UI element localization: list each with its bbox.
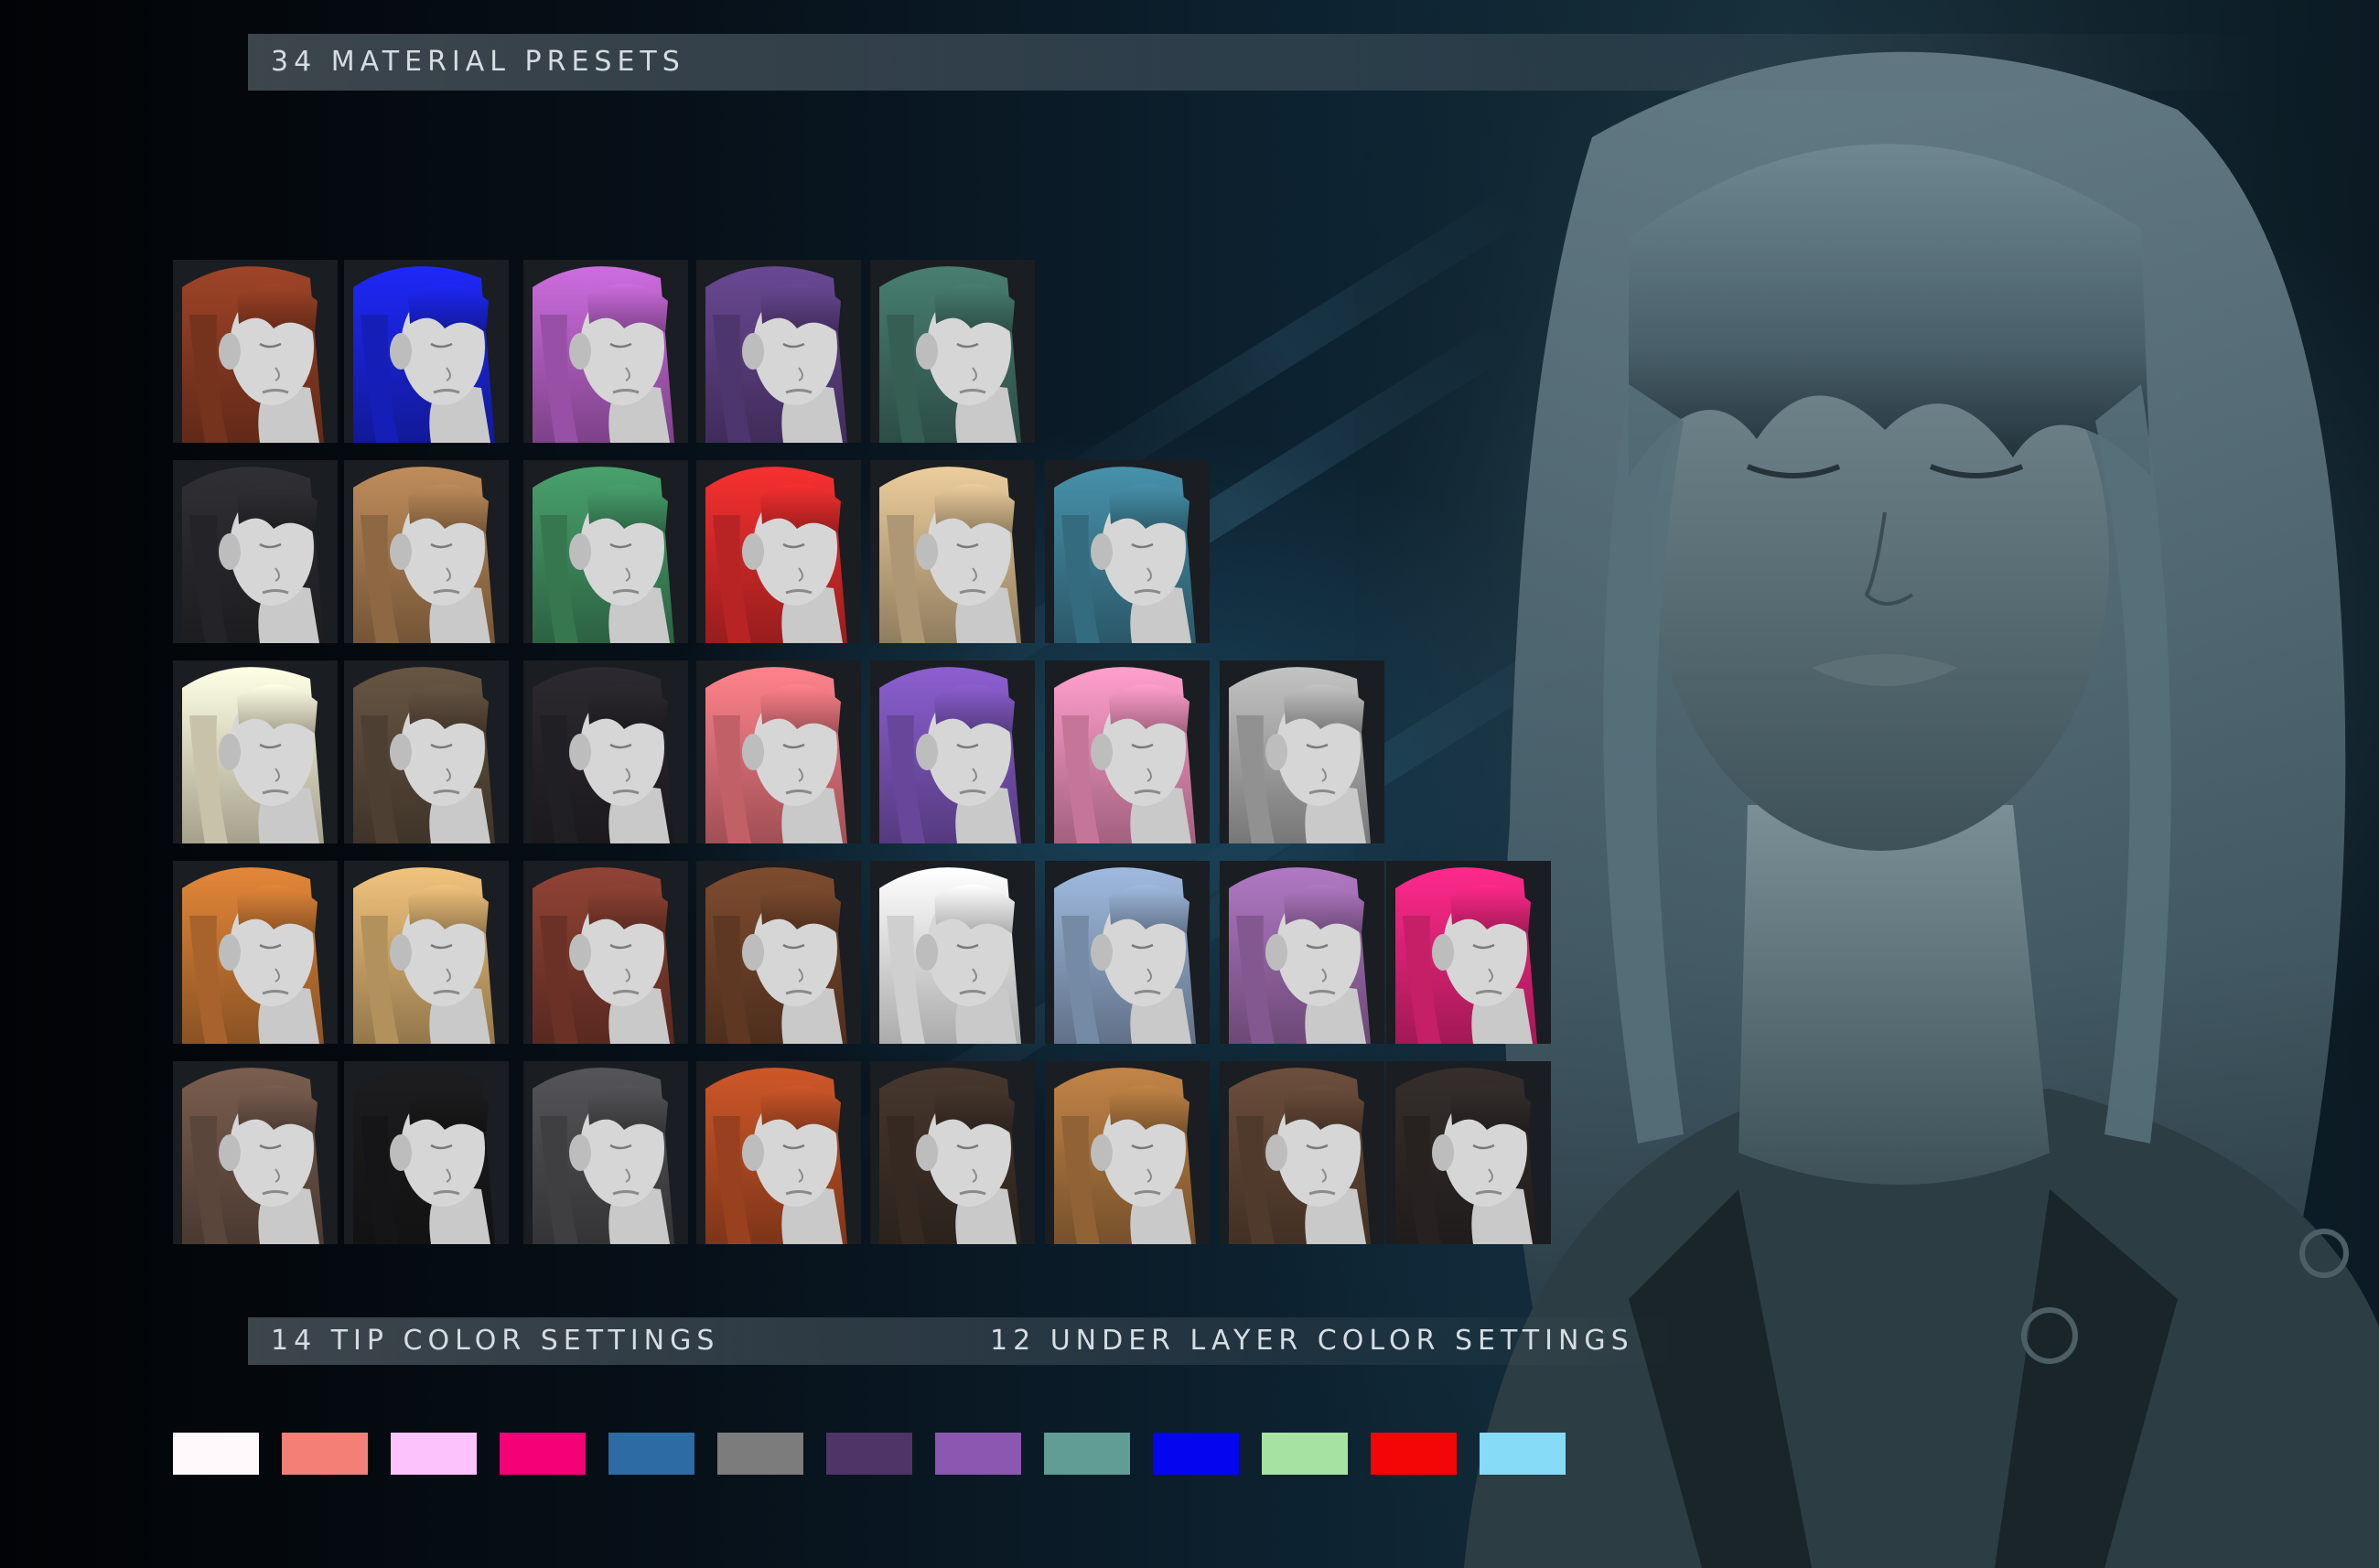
hair-head-icon bbox=[696, 260, 861, 443]
preset-thumbnail[interactable] bbox=[870, 660, 1035, 843]
hair-head-icon bbox=[523, 1061, 688, 1244]
preset-thumbnail[interactable] bbox=[523, 1061, 688, 1244]
hair-head-icon bbox=[1220, 1061, 1384, 1244]
hair-head-icon bbox=[1386, 861, 1551, 1044]
preset-thumbnail[interactable] bbox=[696, 861, 861, 1044]
preset-thumbnail[interactable] bbox=[696, 460, 861, 643]
hair-head-icon bbox=[344, 1061, 509, 1244]
hair-head-icon bbox=[1045, 660, 1210, 843]
hair-head-icon bbox=[696, 460, 861, 643]
preset-thumbnail[interactable] bbox=[1220, 861, 1384, 1044]
hair-head-icon bbox=[1045, 1061, 1210, 1244]
color-swatch[interactable] bbox=[391, 1433, 477, 1475]
tip-color-header-title: 14 TIP COLOR SETTINGS bbox=[271, 1325, 720, 1357]
color-swatch[interactable] bbox=[1371, 1433, 1457, 1475]
preset-thumbnail[interactable] bbox=[870, 861, 1035, 1044]
hair-head-icon bbox=[523, 861, 688, 1044]
hair-head-icon bbox=[696, 660, 861, 843]
hair-head-icon bbox=[344, 460, 509, 643]
hair-head-icon bbox=[173, 660, 338, 843]
preset-thumbnail[interactable] bbox=[1045, 460, 1210, 643]
color-swatch[interactable] bbox=[608, 1433, 694, 1475]
preset-thumbnail[interactable] bbox=[173, 861, 338, 1044]
hair-head-icon bbox=[173, 260, 338, 443]
hair-head-icon bbox=[344, 861, 509, 1044]
preset-thumbnail[interactable] bbox=[344, 861, 509, 1044]
hair-head-icon bbox=[870, 660, 1035, 843]
hair-head-icon bbox=[523, 260, 688, 443]
preset-thumbnail[interactable] bbox=[1386, 861, 1551, 1044]
preset-thumbnail[interactable] bbox=[344, 260, 509, 443]
hair-head-icon bbox=[1220, 660, 1384, 843]
hair-head-icon bbox=[870, 1061, 1035, 1244]
preset-thumbnail[interactable] bbox=[523, 660, 688, 843]
color-swatch[interactable] bbox=[1480, 1433, 1566, 1475]
preset-thumbnail[interactable] bbox=[870, 1061, 1035, 1244]
preset-thumbnail[interactable] bbox=[696, 260, 861, 443]
presets-header-title: 34 MATERIAL PRESETS bbox=[271, 46, 685, 78]
preset-thumbnail[interactable] bbox=[696, 660, 861, 843]
preset-thumbnail[interactable] bbox=[870, 260, 1035, 443]
preset-thumbnail[interactable] bbox=[1045, 1061, 1210, 1244]
hair-head-icon bbox=[344, 260, 509, 443]
color-swatch[interactable] bbox=[717, 1433, 803, 1475]
hair-head-icon bbox=[523, 460, 688, 643]
preset-thumbnail[interactable] bbox=[173, 660, 338, 843]
color-swatch[interactable] bbox=[1044, 1433, 1130, 1475]
color-swatch[interactable] bbox=[282, 1433, 368, 1475]
hair-head-icon bbox=[870, 460, 1035, 643]
under-layer-header-title: 12 UNDER LAYER COLOR SETTINGS bbox=[990, 1325, 1634, 1357]
color-swatch[interactable] bbox=[935, 1433, 1021, 1475]
preset-thumbnail[interactable] bbox=[344, 460, 509, 643]
hair-head-icon bbox=[870, 861, 1035, 1044]
hair-head-icon bbox=[696, 861, 861, 1044]
hair-head-icon bbox=[1220, 861, 1384, 1044]
color-swatch[interactable] bbox=[173, 1433, 259, 1475]
color-swatch[interactable] bbox=[1262, 1433, 1348, 1475]
hair-head-icon bbox=[696, 1061, 861, 1244]
color-swatch[interactable] bbox=[1153, 1433, 1239, 1475]
hair-head-icon bbox=[173, 1061, 338, 1244]
color-swatch[interactable] bbox=[500, 1433, 586, 1475]
hair-head-icon bbox=[870, 260, 1035, 443]
preset-thumbnail[interactable] bbox=[173, 460, 338, 643]
preset-thumbnail[interactable] bbox=[173, 260, 338, 443]
hair-head-icon bbox=[173, 460, 338, 643]
hair-head-icon bbox=[1386, 1061, 1551, 1244]
hair-head-icon bbox=[344, 660, 509, 843]
preset-thumbnail[interactable] bbox=[1386, 1061, 1551, 1244]
preset-thumbnail[interactable] bbox=[523, 460, 688, 643]
preset-thumbnail[interactable] bbox=[523, 260, 688, 443]
preset-thumbnail[interactable] bbox=[1220, 660, 1384, 843]
preset-thumbnail[interactable] bbox=[1220, 1061, 1384, 1244]
hair-head-icon bbox=[173, 861, 338, 1044]
preset-thumbnail[interactable] bbox=[344, 660, 509, 843]
color-swatch[interactable] bbox=[826, 1433, 912, 1475]
preset-thumbnail[interactable] bbox=[344, 1061, 509, 1244]
preset-thumbnail[interactable] bbox=[696, 1061, 861, 1244]
hair-head-icon bbox=[523, 660, 688, 843]
preset-thumbnail[interactable] bbox=[870, 460, 1035, 643]
preset-thumbnail[interactable] bbox=[523, 861, 688, 1044]
preset-thumbnail[interactable] bbox=[1045, 660, 1210, 843]
preset-thumbnail[interactable] bbox=[1045, 861, 1210, 1044]
hair-head-icon bbox=[1045, 861, 1210, 1044]
preset-thumbnail[interactable] bbox=[173, 1061, 338, 1244]
hair-head-icon bbox=[1045, 460, 1210, 643]
